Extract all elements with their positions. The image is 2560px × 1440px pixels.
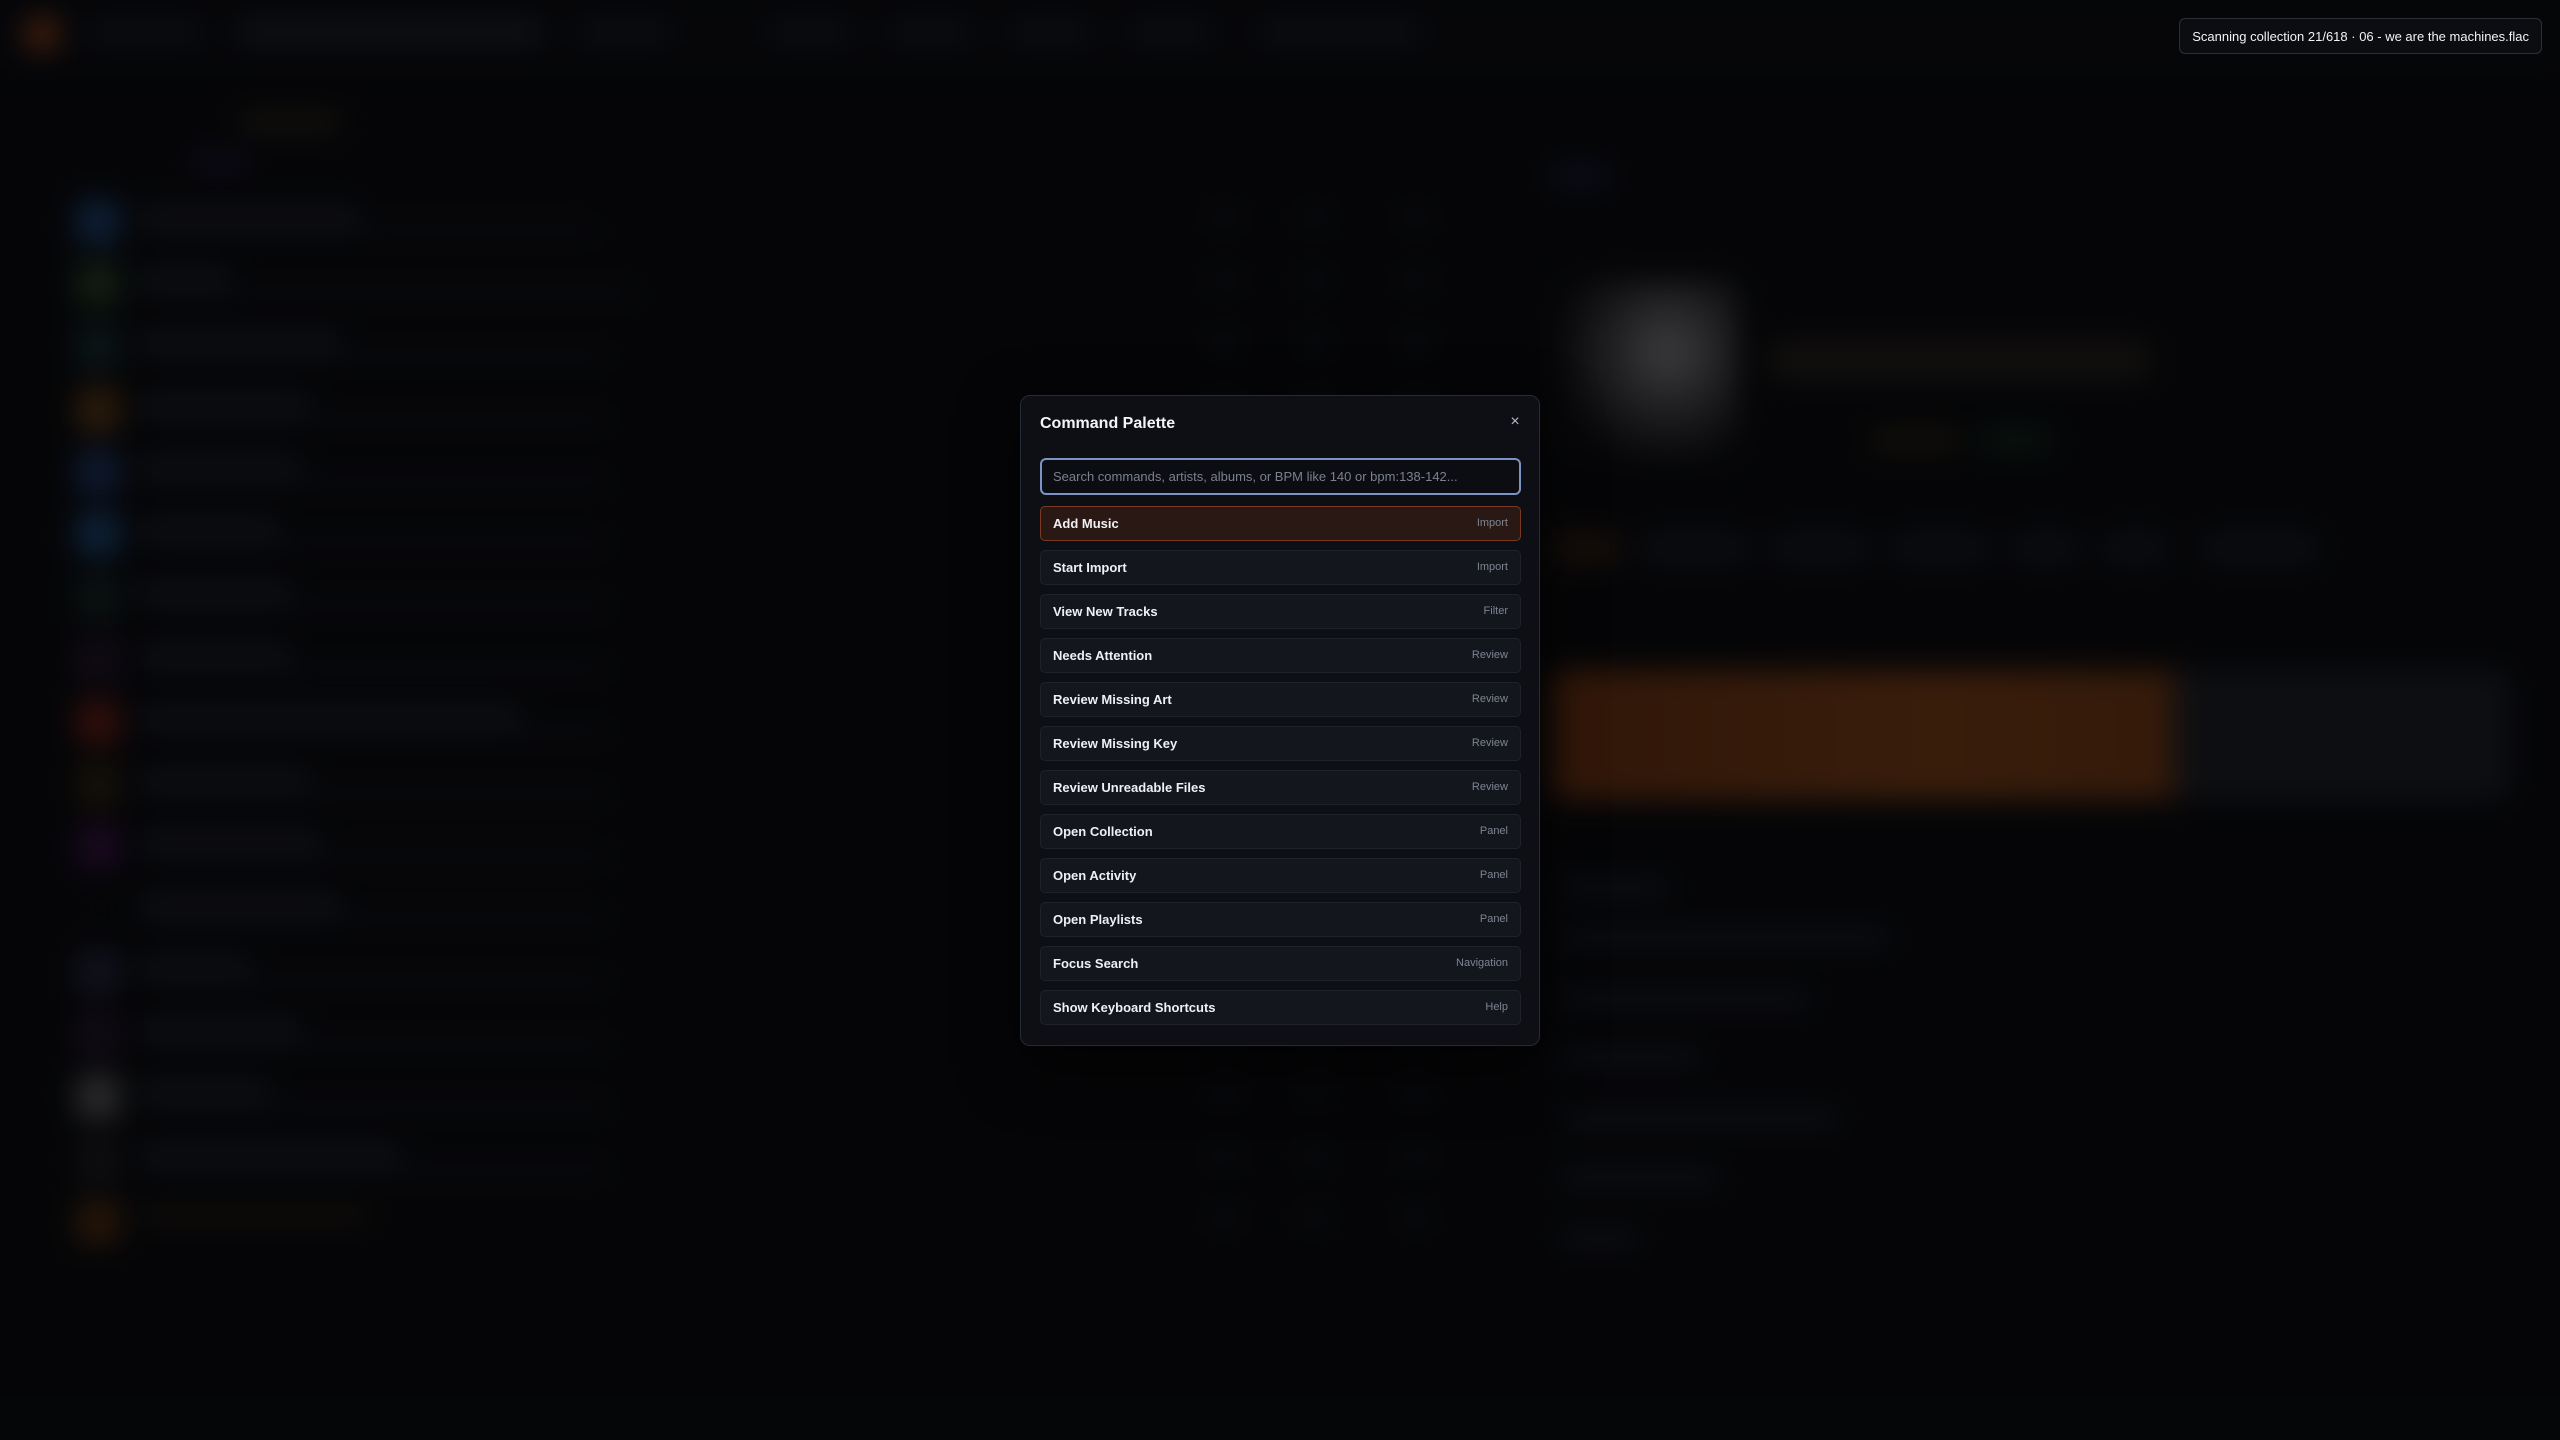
command-search-input[interactable]	[1040, 458, 1521, 495]
command-item-start-import[interactable]: Start Import Import	[1040, 550, 1521, 585]
command-label: Review Unreadable Files	[1053, 780, 1206, 795]
command-list: Add Music Import Start Import Import View Ne…	[1040, 506, 1521, 1034]
scan-status-toast: Scanning collection 21/618 · 06 - we are…	[2179, 18, 2542, 54]
command-palette-dialog: Command Palette × Add MusicImportStart I…	[1020, 395, 1540, 1046]
command-label: Open Activity	[1053, 868, 1137, 883]
command-category: Panel	[1479, 913, 1508, 925]
command-category: Review	[1471, 737, 1508, 749]
toast-message: Scanning collection 21/618 · 06 - we are…	[2192, 28, 2529, 44]
command-item-focus-search[interactable]: Focus Search Navigation	[1040, 946, 1521, 981]
command-item-add-music[interactable]: Add Music Import	[1040, 506, 1521, 541]
palette-title: Command Palette	[1040, 415, 1176, 432]
command-item-show-keyboard-shortcuts[interactable]: Show Keyboard Shortcuts Help	[1040, 990, 1521, 1025]
command-category: Panel	[1479, 869, 1508, 881]
command-label: Open Collection	[1053, 824, 1153, 839]
command-item-open-collection[interactable]: Open Collection Panel	[1040, 814, 1521, 849]
command-label: View New Tracks	[1053, 604, 1158, 619]
command-category: Review	[1471, 693, 1508, 705]
command-label: Focus Search	[1053, 956, 1139, 971]
command-category: Review	[1471, 649, 1508, 661]
command-label: Start Import	[1053, 560, 1127, 575]
command-item-review-missing-art[interactable]: Review Missing Art Review	[1040, 682, 1521, 717]
command-label: Show Keyboard Shortcuts	[1053, 1000, 1216, 1015]
command-category: Review	[1471, 781, 1508, 793]
command-category: Navigation	[1456, 957, 1508, 969]
command-category: Import	[1476, 517, 1508, 529]
command-item-view-new-tracks[interactable]: View New Tracks Filter	[1040, 594, 1521, 629]
command-item-review-missing-key[interactable]: Review Missing Key Review	[1040, 726, 1521, 761]
command-category: Help	[1485, 1001, 1508, 1013]
command-label: Needs Attention	[1053, 648, 1153, 663]
command-category: Filter	[1483, 605, 1508, 617]
command-item-open-activity[interactable]: Open Activity Panel	[1040, 858, 1521, 893]
command-category: Panel	[1479, 825, 1508, 837]
command-item-review-unreadable-files[interactable]: Review Unreadable Files Review	[1040, 770, 1521, 805]
command-item-needs-attention[interactable]: Needs Attention Review	[1040, 638, 1521, 673]
close-icon[interactable]: ×	[1505, 412, 1525, 432]
command-label: Review Missing Art	[1053, 692, 1172, 707]
command-category: Import	[1476, 561, 1508, 573]
command-label: Review Missing Key	[1053, 736, 1178, 751]
command-item-open-playlists[interactable]: Open Playlists Panel	[1040, 902, 1521, 937]
command-label: Add Music	[1053, 516, 1119, 531]
command-label: Open Playlists	[1053, 912, 1143, 927]
